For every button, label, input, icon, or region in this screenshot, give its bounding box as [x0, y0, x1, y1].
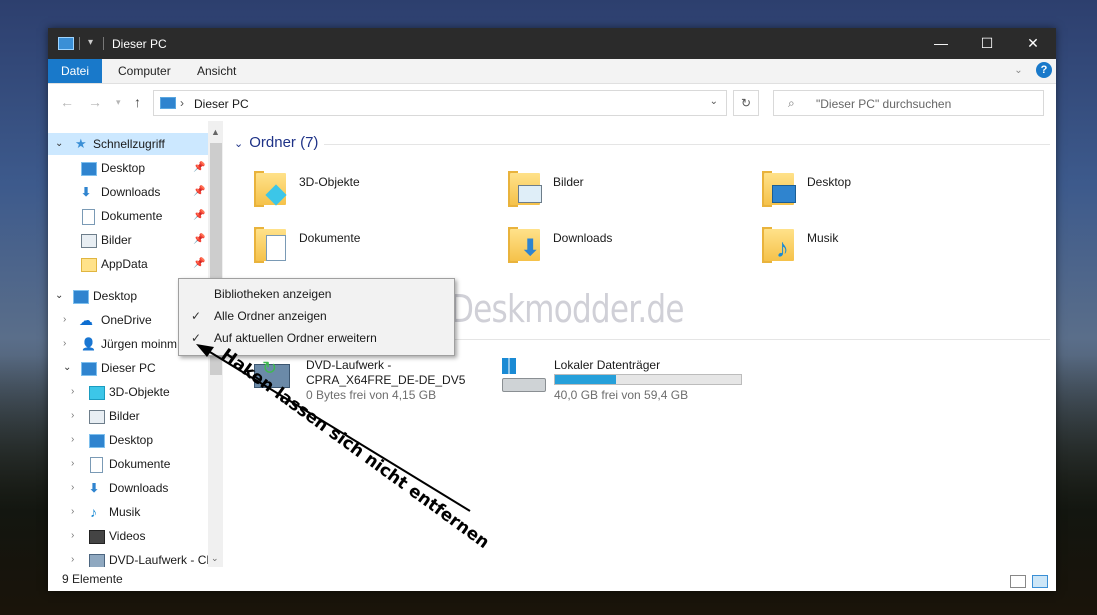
- annotation-arrow: [196, 344, 471, 512]
